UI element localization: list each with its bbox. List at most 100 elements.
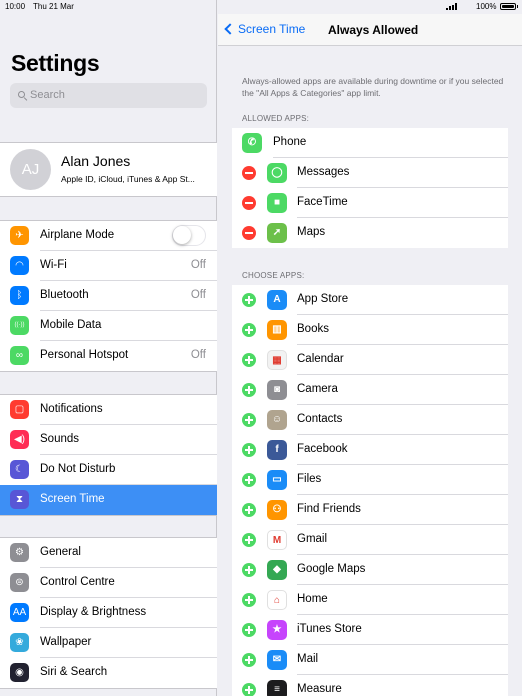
- sidebar-item-value: Off: [190, 349, 206, 361]
- app-label: Camera: [297, 383, 338, 395]
- antenna-icon: ((·)): [10, 316, 29, 335]
- add-find-friends-button[interactable]: [242, 503, 256, 517]
- chevron-left-icon: [224, 23, 236, 35]
- sidebar-item-sounds[interactable]: ◀) Sounds: [0, 425, 217, 455]
- speaker-icon: ◀): [10, 430, 29, 449]
- gmail-icon: M: [267, 530, 287, 550]
- app-label: Maps: [297, 226, 326, 238]
- search-input[interactable]: Search: [10, 83, 207, 108]
- sidebar-item-personal-hotspot[interactable]: ∞ Personal Hotspot Off: [0, 341, 217, 371]
- contacts-icon: ☺: [267, 410, 287, 430]
- battery-icon: [500, 3, 518, 10]
- app-row-maps[interactable]: ➚ Maps: [232, 218, 508, 248]
- sidebar-item-siri-search[interactable]: ◉ Siri & Search: [0, 658, 217, 688]
- add-calendar-button[interactable]: [242, 353, 256, 367]
- remove-messages-button[interactable]: [242, 166, 256, 180]
- sidebar-item-wi-fi[interactable]: ◠ Wi-Fi Off: [0, 251, 217, 281]
- app-row-itunes-store[interactable]: ★ iTunes Store: [232, 615, 508, 645]
- camera-icon: ◙: [267, 380, 287, 400]
- hotspot-icon: ∞: [10, 346, 29, 365]
- sidebar-item-wallpaper[interactable]: ❀ Wallpaper: [0, 628, 217, 658]
- add-files-button[interactable]: [242, 473, 256, 487]
- choose-apps-header: CHOOSE APPS:: [242, 271, 305, 280]
- app-store-icon: A: [267, 290, 287, 310]
- sidebar-item-label: Control Centre: [40, 576, 115, 588]
- add-contacts-button[interactable]: [242, 413, 256, 427]
- page-title: Settings: [11, 50, 100, 76]
- remove-facetime-button[interactable]: [242, 196, 256, 210]
- add-itunes-store-button[interactable]: [242, 623, 256, 637]
- apple-id-profile[interactable]: AJ Alan Jones Apple ID, iCloud, iTunes &…: [0, 142, 217, 197]
- app-row-app-store[interactable]: A App Store: [232, 285, 508, 315]
- sidebar-item-label: Airplane Mode: [40, 229, 115, 241]
- airplane-icon: ✈: [10, 226, 29, 245]
- app-row-phone[interactable]: ✆ Phone: [232, 128, 508, 158]
- app-label: FaceTime: [297, 196, 348, 208]
- avatar: AJ: [10, 149, 51, 190]
- app-row-google-maps[interactable]: ◆ Google Maps: [232, 555, 508, 585]
- settings-group-notifications: ▢ Notifications ◀) Sounds ☾ Do Not Disturb ⧗ Sc…: [0, 394, 217, 516]
- search-placeholder: Search: [30, 89, 65, 101]
- airplane-mode-toggle[interactable]: [172, 225, 206, 246]
- sidebar-item-screen-time[interactable]: ⧗ Screen Time: [0, 485, 217, 515]
- sidebar-item-label: Bluetooth: [40, 289, 89, 301]
- add-gmail-button[interactable]: [242, 533, 256, 547]
- add-facebook-button[interactable]: [242, 443, 256, 457]
- app-row-mail[interactable]: ✉ Mail: [232, 645, 508, 675]
- sidebar-item-mobile-data[interactable]: ((·)) Mobile Data: [0, 311, 217, 341]
- mail-icon: ✉: [267, 650, 287, 670]
- add-camera-button[interactable]: [242, 383, 256, 397]
- nav-title: Always Allowed: [328, 23, 419, 37]
- navigation-bar: Screen Time Always Allowed: [218, 14, 522, 46]
- sidebar-item-general[interactable]: ⚙ General: [0, 538, 217, 568]
- app-label: Files: [297, 473, 322, 485]
- app-label: App Store: [297, 293, 349, 305]
- battery-percentage: 100%: [476, 2, 497, 11]
- app-label: Gmail: [297, 533, 328, 545]
- profile-name: Alan Jones: [61, 153, 131, 169]
- explanation-text: Always-allowed apps are available during…: [242, 76, 504, 98]
- app-row-gmail[interactable]: M Gmail: [232, 525, 508, 555]
- app-row-facebook[interactable]: f Facebook: [232, 435, 508, 465]
- maps-icon: ➚: [267, 223, 287, 243]
- phone-icon: ✆: [242, 133, 262, 153]
- sidebar-item-label: Notifications: [40, 403, 103, 415]
- add-measure-button[interactable]: [242, 683, 256, 696]
- app-row-messages[interactable]: ◯ Messages: [232, 158, 508, 188]
- add-app-store-button[interactable]: [242, 293, 256, 307]
- sidebar-item-bluetooth[interactable]: ᛒ Bluetooth Off: [0, 281, 217, 311]
- app-row-contacts[interactable]: ☺ Contacts: [232, 405, 508, 435]
- sidebar-item-do-not-disturb[interactable]: ☾ Do Not Disturb: [0, 455, 217, 485]
- siri-icon: ◉: [10, 663, 29, 682]
- app-label: Measure: [297, 683, 342, 695]
- status-bar: 10:00 Thu 21 Mar 100%: [0, 0, 522, 14]
- app-row-measure[interactable]: ≡ Measure: [232, 675, 508, 696]
- remove-maps-button[interactable]: [242, 226, 256, 240]
- app-row-calendar[interactable]: ▦ Calendar: [232, 345, 508, 375]
- add-home-button[interactable]: [242, 593, 256, 607]
- sidebar-item-label: General: [40, 546, 81, 558]
- app-row-camera[interactable]: ◙ Camera: [232, 375, 508, 405]
- app-label: Calendar: [297, 353, 344, 365]
- app-row-books[interactable]: ▥ Books: [232, 315, 508, 345]
- google-maps-icon: ◆: [267, 560, 287, 580]
- signal-icon: [446, 3, 460, 10]
- add-mail-button[interactable]: [242, 653, 256, 667]
- facebook-icon: f: [267, 440, 287, 460]
- sidebar-item-display-brightness[interactable]: AA Display & Brightness: [0, 598, 217, 628]
- app-row-facetime[interactable]: ■ FaceTime: [232, 188, 508, 218]
- back-button-label: Screen Time: [238, 22, 306, 36]
- sidebar-item-airplane-mode[interactable]: ✈ Airplane Mode: [0, 221, 217, 251]
- app-label: Google Maps: [297, 563, 366, 575]
- sidebar-item-notifications[interactable]: ▢ Notifications: [0, 395, 217, 425]
- add-books-button[interactable]: [242, 323, 256, 337]
- app-row-find-friends[interactable]: ⚇ Find Friends: [232, 495, 508, 525]
- app-label: Find Friends: [297, 503, 361, 515]
- add-google-maps-button[interactable]: [242, 563, 256, 577]
- app-row-files[interactable]: ▭ Files: [232, 465, 508, 495]
- app-row-home[interactable]: ⌂ Home: [232, 585, 508, 615]
- back-button[interactable]: Screen Time: [224, 22, 306, 36]
- app-label: Contacts: [297, 413, 343, 425]
- allowed-apps-list: ✆ Phone ◯ Messages ■ FaceTime ➚ Maps: [232, 128, 508, 248]
- sidebar-item-control-centre[interactable]: ⊜ Control Centre: [0, 568, 217, 598]
